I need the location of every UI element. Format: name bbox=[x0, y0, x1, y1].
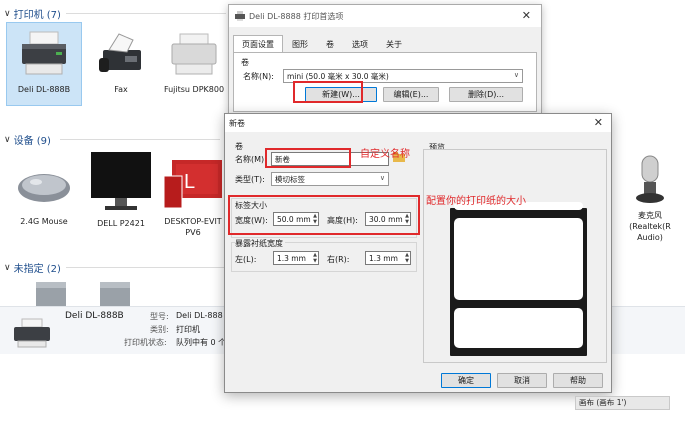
type-label: 类型(T): bbox=[235, 175, 265, 184]
annotation-box-name bbox=[265, 148, 351, 168]
desktop-computer-icon: L bbox=[163, 160, 222, 209]
details-status-value: 队列中有 0 个 bbox=[176, 338, 227, 347]
microphone-icon bbox=[636, 155, 664, 203]
monitor-icon bbox=[91, 152, 151, 210]
group-divider bbox=[60, 139, 220, 140]
device-label-line2: PV6 bbox=[185, 228, 201, 237]
ok-button[interactable]: 确定 bbox=[441, 373, 491, 388]
roll-type-select[interactable]: 模切标签 ∨ bbox=[271, 172, 389, 186]
annotation-box-new-button bbox=[293, 81, 363, 103]
unspecified-device-icon[interactable] bbox=[34, 278, 68, 308]
device-label-line3: Audio) bbox=[637, 233, 663, 242]
preview-label-next bbox=[454, 308, 583, 348]
close-icon[interactable]: ✕ bbox=[594, 116, 603, 129]
unspecified-group-label: 未指定 (2) bbox=[13, 264, 61, 275]
left-label: 左(L): bbox=[235, 255, 257, 264]
spin-icon[interactable]: ▲ ▼ bbox=[405, 252, 409, 264]
exposed-liner-group-label: 暴露衬纸宽度 bbox=[235, 238, 285, 249]
preview-label bbox=[454, 218, 583, 300]
delete-roll-button[interactable]: 删除(D)... bbox=[449, 87, 523, 102]
left-value: 1.3 mm bbox=[277, 254, 306, 263]
group-divider bbox=[66, 13, 226, 14]
devices-group-label: 设备 (9) bbox=[13, 136, 51, 147]
details-category-value: 打印机 bbox=[176, 325, 200, 334]
device-label: 2.4G Mouse bbox=[20, 217, 68, 226]
details-status-label: 打印机状态: bbox=[124, 338, 167, 347]
unspecified-device-icon[interactable] bbox=[98, 278, 132, 308]
preview-panel bbox=[423, 149, 607, 363]
svg-text:L: L bbox=[184, 171, 195, 193]
device-label: Deli DL-888B bbox=[17, 85, 71, 94]
printer-icon bbox=[14, 318, 50, 348]
printer-icon bbox=[235, 11, 245, 21]
help-button[interactable]: 帮助 bbox=[553, 373, 603, 388]
dialog-titlebar: 新卷 ✕ bbox=[225, 114, 611, 132]
annotation-configure-size: 配置你的打印纸的大小 bbox=[426, 196, 526, 207]
chevron-down-icon: ∨ bbox=[4, 262, 11, 273]
dialog-title: Deli DL-8888 打印首选项 bbox=[249, 11, 344, 21]
device-microphone[interactable]: 麦克风 (Realtek(R Audio) bbox=[620, 154, 680, 243]
close-icon[interactable]: ✕ bbox=[522, 9, 531, 22]
devices-group-header[interactable]: ∨ 设备 (9) bbox=[4, 132, 51, 148]
device-label: Fax bbox=[114, 85, 128, 94]
device-label-line2: (Realtek(R bbox=[629, 222, 671, 231]
details-device-name: Deli DL-888B bbox=[65, 311, 124, 321]
spin-icon[interactable]: ▲ ▼ bbox=[313, 252, 317, 264]
device-fujitsu[interactable]: Fujitsu DPK800 bbox=[160, 28, 228, 95]
unspecified-group-header[interactable]: ∨ 未指定 (2) bbox=[4, 260, 61, 276]
device-desktop[interactable]: L DESKTOP-EVIT PV6 bbox=[160, 156, 226, 238]
dialog-titlebar: Deli DL-8888 打印首选项 ✕ bbox=[229, 5, 541, 27]
printer-icon bbox=[171, 33, 217, 75]
device-label: DESKTOP-EVIT bbox=[164, 217, 222, 226]
roll-group-label: 卷 bbox=[241, 58, 249, 67]
device-mouse[interactable]: 2.4G Mouse bbox=[5, 160, 83, 227]
dialog-title: 新卷 bbox=[229, 118, 245, 128]
roll-name-value: mini (50.0 毫米 x 30.0 毫米) bbox=[287, 72, 389, 81]
fax-icon bbox=[99, 33, 141, 72]
roll-type-value: 模切标签 bbox=[275, 175, 305, 184]
chevron-down-icon: ∨ bbox=[513, 71, 519, 79]
roll-group-label: 卷 bbox=[235, 142, 243, 151]
details-category-label: 类别: bbox=[150, 325, 169, 334]
device-monitor[interactable]: DELL P2421 bbox=[82, 150, 160, 229]
chevron-down-icon: ∨ bbox=[379, 174, 385, 182]
preview-label-strip bbox=[450, 202, 587, 356]
print-preferences-dialog: Deli DL-8888 打印首选项 ✕ 页面设置 图形 卷 选项 关于 卷 名… bbox=[228, 4, 542, 114]
annotation-custom-name: 自定义名称 bbox=[360, 149, 410, 160]
printers-group-label: 打印机 (7) bbox=[13, 10, 61, 21]
group-divider bbox=[66, 267, 226, 268]
chevron-down-icon: ∨ bbox=[4, 8, 11, 19]
canvas-status: 画布 (画布 1') bbox=[575, 396, 670, 410]
device-fax[interactable]: Fax bbox=[82, 28, 160, 95]
printers-group-header[interactable]: ∨ 打印机 (7) bbox=[4, 6, 61, 22]
edit-roll-button[interactable]: 编辑(E)... bbox=[383, 87, 439, 102]
device-deli-printer[interactable]: Deli DL-888B bbox=[5, 28, 83, 95]
device-label: 麦克风 bbox=[638, 211, 662, 220]
device-label: Fujitsu DPK800 bbox=[163, 85, 225, 94]
cancel-button[interactable]: 取消 bbox=[497, 373, 547, 388]
details-model-value: Deli DL-888 bbox=[176, 311, 223, 320]
chevron-down-icon: ∨ bbox=[4, 134, 11, 145]
device-label: DELL P2421 bbox=[97, 219, 145, 228]
printer-icon bbox=[22, 31, 66, 75]
right-value: 1.3 mm bbox=[369, 254, 398, 263]
mouse-icon bbox=[18, 174, 70, 202]
details-model-label: 型号: bbox=[150, 312, 169, 321]
right-label: 右(R): bbox=[327, 255, 350, 264]
right-input[interactable]: 1.3 mm ▲ ▼ bbox=[365, 251, 411, 265]
name-label: 名称(N): bbox=[243, 72, 274, 81]
annotation-box-size bbox=[228, 195, 420, 235]
left-input[interactable]: 1.3 mm ▲ ▼ bbox=[273, 251, 319, 265]
name-label: 名称(M): bbox=[235, 155, 267, 164]
